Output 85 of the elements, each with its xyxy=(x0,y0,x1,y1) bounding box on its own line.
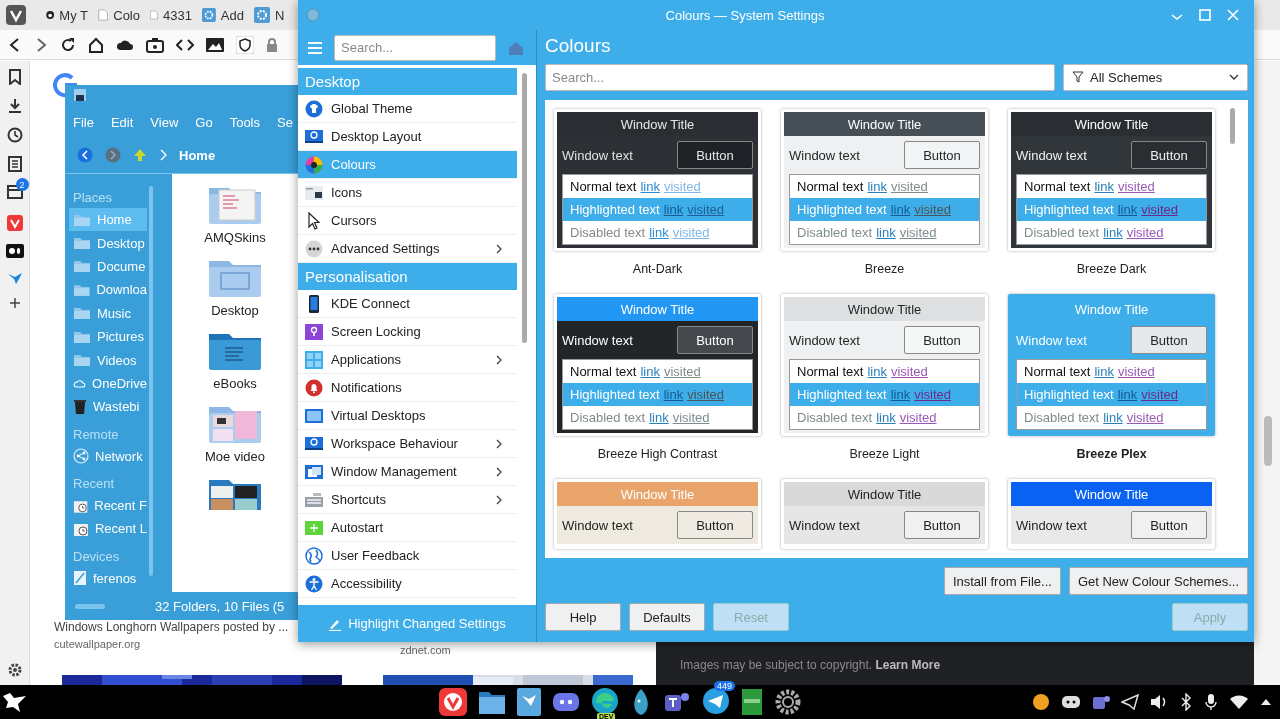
page-title: Colours xyxy=(545,34,612,58)
preview-titlebar: Window Title xyxy=(1011,482,1212,506)
sidebar-item[interactable]: Icons xyxy=(298,179,517,207)
dialog-button[interactable]: Help xyxy=(545,603,621,631)
browser-tab[interactable]: Colo xyxy=(94,7,140,23)
search-field[interactable]: Search... xyxy=(334,34,496,61)
result-source: zdnet.com xyxy=(400,644,451,656)
scheme-preview[interactable]: Window Title Window text Button xyxy=(554,479,761,549)
sidebar-item[interactable]: Virtual Desktops xyxy=(298,402,517,430)
preview-button: Button xyxy=(1131,141,1207,169)
search-field[interactable]: Search... xyxy=(545,63,1055,91)
action-button[interactable]: Get New Colour Schemes... xyxy=(1068,567,1248,595)
section-header: Remote xyxy=(72,425,120,444)
browser-tab[interactable]: My T xyxy=(42,7,88,23)
preview-text: Window text xyxy=(1016,332,1087,348)
scheme-preview[interactable]: Window Title Window text Button Normal text link visited Highlighted text link visited Disabled text link visited xyxy=(554,109,761,251)
action-button[interactable]: Install from File... xyxy=(943,567,1061,595)
section-header: Personalisation xyxy=(298,263,517,290)
sidebar-item[interactable]: KDE Connect xyxy=(298,290,517,318)
scheme-name: Breeze High Contrast xyxy=(597,447,718,461)
scheme-preview[interactable]: Window Title Window text Button Normal text link visited Highlighted text link visited Disabled text link visited xyxy=(554,294,761,436)
preview-button: Button xyxy=(1131,511,1207,539)
preview-text: Window text xyxy=(789,332,860,348)
scheme-name: Breeze Dark xyxy=(1076,262,1147,276)
preview-button: Button xyxy=(1131,326,1207,354)
result-title[interactable]: Windows Longhorn Wallpapers posted by ... xyxy=(54,620,289,634)
file-name[interactable]: Moe video xyxy=(205,449,265,464)
preview-titlebar: Window Title xyxy=(557,297,758,321)
preview-titlebar: Window Title xyxy=(1011,112,1212,136)
scheme-preview[interactable]: Window Title Window text Button xyxy=(1008,479,1215,549)
sidebar-item[interactable]: User Feedback xyxy=(298,542,517,570)
browser-tab[interactable]: Add xyxy=(198,7,244,23)
scheme-preview[interactable]: Window Title Window text Button xyxy=(781,479,988,549)
scheme-preview[interactable]: Window Title Window text Button Normal text link visited Highlighted text link visited Disabled text link visited xyxy=(1008,294,1215,436)
preview-titlebar: Window Title xyxy=(784,482,985,506)
browser-tab[interactable]: N xyxy=(250,7,296,23)
sidebar-item[interactable]: Screen Locking xyxy=(298,318,517,346)
scheme-name: Breeze xyxy=(864,262,905,276)
preview-text: Window text xyxy=(562,517,633,533)
section-header: Desktop xyxy=(298,68,517,95)
sidebar-item[interactable]: Notifications xyxy=(298,374,517,402)
preview-button: Button xyxy=(904,141,980,169)
scheme-name: Breeze Light xyxy=(849,447,920,461)
sidebar-item[interactable]: Shortcuts xyxy=(298,486,517,514)
preview-button: Button xyxy=(904,326,980,354)
preview-button: Button xyxy=(677,326,753,354)
browser-tab[interactable]: 4331 xyxy=(146,7,192,23)
scheme-preview[interactable]: Window Title Window text Button Normal text link visited Highlighted text link visited Disabled text link visited xyxy=(781,109,988,251)
preview-titlebar: Window Title xyxy=(784,112,985,136)
preview-button: Button xyxy=(904,511,980,539)
section-header: Recent xyxy=(72,474,116,493)
section-header: Devices xyxy=(72,547,121,566)
preview-button: Button xyxy=(677,511,753,539)
copyright-notice: Images may be subject to copyright. Learn More xyxy=(680,658,941,672)
notification-badge: 2 xyxy=(15,178,29,191)
status-text: 32 Folders, 10 Files (5 xyxy=(155,598,285,614)
scheme-name: Ant-Dark xyxy=(632,262,683,276)
preview-text: Window text xyxy=(789,517,860,533)
file-name[interactable]: Desktop xyxy=(211,303,259,318)
preview-button: Button xyxy=(677,141,753,169)
preview-text: Window text xyxy=(1016,147,1087,163)
scheme-name: Breeze Plex xyxy=(1076,447,1147,461)
sidebar-item[interactable]: Cursors xyxy=(298,207,517,235)
sidebar-item[interactable]: Window Management xyxy=(298,458,517,486)
sidebar-item[interactable]: Autostart xyxy=(298,514,517,542)
sidebar-item[interactable]: Applications xyxy=(298,346,517,374)
preview-text: Window text xyxy=(562,147,633,163)
file-name[interactable]: AMQSkins xyxy=(204,230,266,245)
preview-text: Window text xyxy=(1016,517,1087,533)
sidebar-item[interactable]: Accessibility xyxy=(298,570,517,598)
scheme-preview[interactable]: Window Title Window text Button Normal text link visited Highlighted text link visited Disabled text link visited xyxy=(781,294,988,436)
preview-text: Window text xyxy=(562,332,633,348)
preview-titlebar: Window Title xyxy=(784,297,985,321)
scheme-preview[interactable]: Window Title Window text Button Normal text link visited Highlighted text link visited Disabled text link visited xyxy=(1008,109,1215,251)
sidebar-item[interactable]: Workspace Behaviour xyxy=(298,430,517,458)
preview-titlebar: Window Title xyxy=(557,482,758,506)
filter-dropdown[interactable]: All Schemes xyxy=(1063,63,1248,91)
window-title: Colours — System Settings xyxy=(664,7,826,23)
sidebar-item[interactable]: Global Theme xyxy=(298,95,517,123)
section-header: Places xyxy=(72,189,114,207)
result-source: cutewallpaper.org xyxy=(54,638,141,650)
notification-badge: 449 xyxy=(714,680,736,691)
preview-text: Window text xyxy=(789,147,860,163)
dialog-button[interactable]: Defaults xyxy=(629,603,705,631)
file-name[interactable]: eBooks xyxy=(213,376,257,391)
